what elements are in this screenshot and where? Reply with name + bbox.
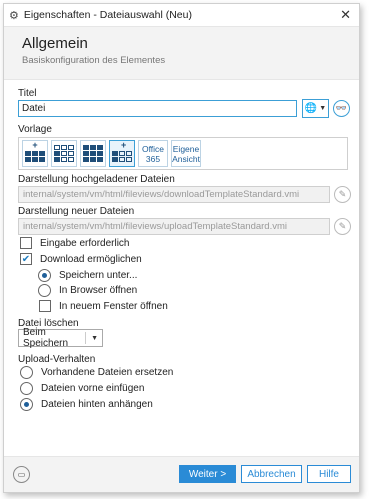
template-label: Vorlage <box>18 124 52 135</box>
radio-replace-row[interactable]: Vorhandene Dateien ersetzen <box>20 366 173 379</box>
radio-prepend[interactable] <box>20 382 33 395</box>
glasses-icon[interactable]: 👓 <box>333 100 350 117</box>
download-checkbox-row[interactable]: ✔ Download ermöglichen <box>20 253 142 265</box>
radio-save-as-row[interactable]: Speichern unter... <box>38 269 137 282</box>
list-icon <box>112 150 132 162</box>
radio-prepend-row[interactable]: Dateien vorne einfügen <box>20 382 144 395</box>
upload-behavior-label: Upload-Verhalten <box>18 354 96 365</box>
new-window-checkbox[interactable] <box>39 300 51 312</box>
close-icon[interactable]: ✕ <box>340 7 351 23</box>
section-title: Allgemein <box>22 35 88 52</box>
delete-select-value: Beim Speichern <box>23 327 69 349</box>
template-eigene-ansicht[interactable]: Eigene Ansicht <box>171 140 201 167</box>
download-checkbox[interactable]: ✔ <box>20 253 32 265</box>
radio-append-row[interactable]: Dateien hinten anhängen <box>20 398 153 411</box>
help-button[interactable]: Hilfe <box>307 465 351 483</box>
template-office365[interactable]: Office 365 <box>138 140 168 167</box>
radio-save-as[interactable] <box>38 269 51 282</box>
window-title: Eigenschaften - Dateiauswahl (Neu) <box>23 9 192 21</box>
section-header: Allgemein Basiskonfiguration des Element… <box>4 26 359 80</box>
download-label: Download ermöglichen <box>40 253 142 265</box>
new-window-label: In neuem Fenster öffnen <box>59 300 168 312</box>
radio-open-browser-row[interactable]: In Browser öffnen <box>38 284 137 297</box>
template-grid-move[interactable] <box>80 140 106 167</box>
list-icon <box>54 145 74 162</box>
template-list-grid[interactable] <box>51 140 77 167</box>
cancel-button[interactable]: Abbrechen <box>241 465 302 483</box>
language-button[interactable]: 🌐 ▼ <box>302 99 329 118</box>
grid-icon <box>25 150 45 162</box>
gear-icon: ⚙ <box>9 9 19 22</box>
required-label: Eingabe erforderlich <box>40 237 130 249</box>
edit-pencil-icon[interactable]: ✎ <box>334 186 351 203</box>
template-list-upload[interactable]: + <box>109 140 135 167</box>
title-label: Titel <box>18 88 37 99</box>
prepend-label: Dateien vorne einfügen <box>41 383 145 394</box>
chevron-down-icon: ▼ <box>85 332 98 344</box>
required-checkbox-row[interactable]: Eingabe erforderlich <box>20 237 130 249</box>
append-label: Dateien hinten anhängen <box>41 399 153 410</box>
delete-select[interactable]: Beim Speichern ▼ <box>18 327 103 349</box>
grid-icon <box>83 145 103 162</box>
globe-icon: 🌐 <box>304 103 318 114</box>
radio-append[interactable] <box>20 398 33 411</box>
next-button[interactable]: Weiter > <box>179 465 236 483</box>
radio-open-browser[interactable] <box>38 284 51 297</box>
uploaded-view-path: internal/system/vm/html/fileviews/downlo… <box>18 186 330 203</box>
properties-dialog: ⚙ Eigenschaften - Dateiauswahl (Neu) ✕ A… <box>3 3 360 493</box>
open-browser-label: In Browser öffnen <box>59 285 138 296</box>
replace-label: Vorhandene Dateien ersetzen <box>41 367 174 378</box>
new-view-path: internal/system/vm/html/fileviews/upload… <box>18 218 330 235</box>
edit-pencil-icon[interactable]: ✎ <box>334 218 351 235</box>
new-view-label: Darstellung neuer Dateien <box>18 206 135 217</box>
new-window-checkbox-row[interactable]: In neuem Fenster öffnen <box>39 300 168 312</box>
plus-icon: + <box>32 140 38 150</box>
save-as-label: Speichern unter... <box>59 270 138 281</box>
window-icon[interactable]: ▭ <box>13 466 30 483</box>
uploaded-view-label: Darstellung hochgeladener Dateien <box>18 174 175 185</box>
title-input[interactable] <box>18 100 297 117</box>
section-subtitle: Basiskonfiguration des Elementes <box>22 55 166 66</box>
title-bar: ⚙ Eigenschaften - Dateiauswahl (Neu) ✕ <box>4 4 359 26</box>
plus-icon: + <box>121 140 127 150</box>
template-picker: + + Office 365 Eigene Ansicht <box>18 137 348 170</box>
chevron-down-icon: ▼ <box>319 105 327 112</box>
dialog-footer: ▭ Weiter > Abbrechen Hilfe <box>4 456 359 492</box>
radio-replace[interactable] <box>20 366 33 379</box>
required-checkbox[interactable] <box>20 237 32 249</box>
template-grid-upload[interactable]: + <box>22 140 48 167</box>
